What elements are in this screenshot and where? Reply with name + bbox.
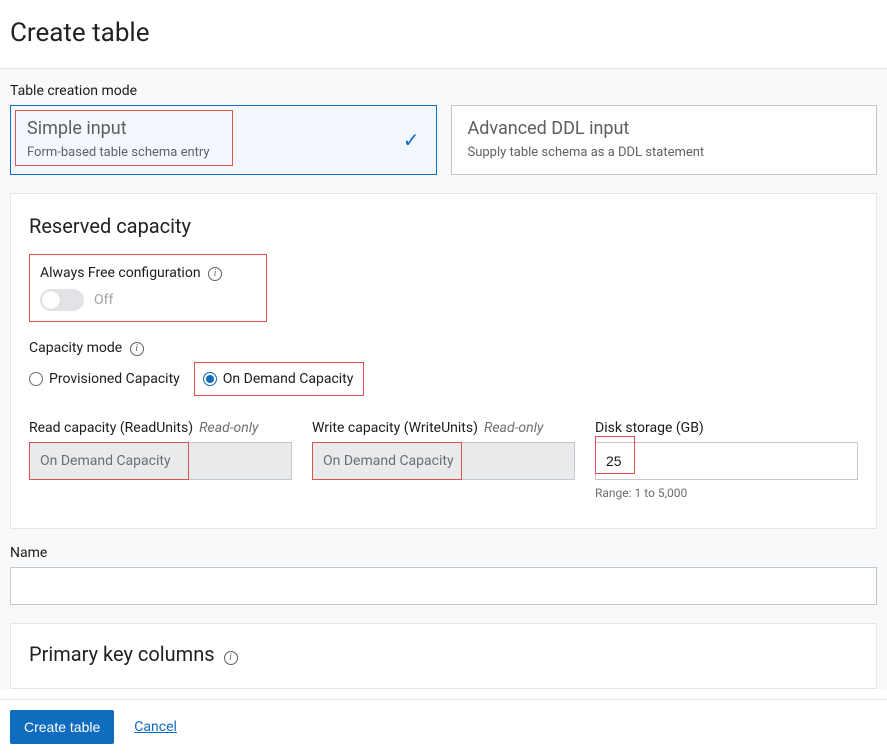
page-title: Create table (0, 0, 887, 68)
mode-simple-title: Simple input (27, 118, 420, 139)
radio-icon (203, 372, 217, 386)
mode-advanced-title: Advanced DDL input (468, 118, 861, 139)
info-icon[interactable]: i (130, 342, 144, 356)
read-capacity-input: On Demand Capacity (29, 442, 292, 480)
disk-storage-label: Disk storage (GB) (595, 420, 704, 436)
primary-key-panel: Primary key columns i (10, 623, 877, 689)
read-capacity-label: Read capacity (ReadUnits) (29, 420, 193, 436)
info-icon[interactable]: i (208, 267, 222, 281)
mode-card-advanced[interactable]: Advanced DDL input Supply table schema a… (451, 105, 878, 175)
reserved-capacity-title: Reserved capacity (29, 214, 858, 238)
cancel-link[interactable]: Cancel (134, 719, 177, 735)
primary-key-title: Primary key columns (29, 642, 215, 666)
always-free-box: Always Free configuration i Off (29, 254, 267, 322)
name-input[interactable] (10, 567, 877, 605)
radio-on-demand-label: On Demand Capacity (223, 371, 354, 387)
radio-provisioned-label: Provisioned Capacity (49, 371, 180, 387)
mode-simple-desc: Form-based table schema entry (27, 145, 420, 160)
write-capacity-ro: Read-only (484, 420, 543, 436)
radio-on-demand[interactable]: On Demand Capacity (203, 371, 354, 387)
capacity-mode-label: Capacity mode (29, 340, 122, 356)
write-capacity-label: Write capacity (WriteUnits) (312, 420, 478, 436)
mode-advanced-desc: Supply table schema as a DDL statement (468, 145, 861, 160)
write-capacity-input: On Demand Capacity (312, 442, 575, 480)
info-icon[interactable]: i (224, 651, 238, 665)
mode-label: Table creation mode (10, 83, 877, 99)
disk-storage-input[interactable] (595, 442, 858, 480)
radio-icon (29, 372, 43, 386)
footer: Create table Cancel (0, 699, 887, 754)
read-capacity-ro: Read-only (199, 420, 258, 436)
always-free-label: Always Free configuration (40, 265, 201, 281)
radio-provisioned[interactable]: Provisioned Capacity (29, 371, 180, 387)
disk-storage-range: Range: 1 to 5,000 (595, 486, 858, 500)
reserved-capacity-panel: Reserved capacity Always Free configurat… (10, 193, 877, 529)
mode-card-simple[interactable]: Simple input Form-based table schema ent… (10, 105, 437, 175)
always-free-toggle[interactable] (40, 289, 84, 311)
always-free-state: Off (94, 292, 113, 308)
mode-selector: Simple input Form-based table schema ent… (10, 105, 877, 175)
create-table-button[interactable]: Create table (10, 710, 114, 744)
check-icon: ✓ (403, 128, 420, 152)
name-label: Name (10, 545, 877, 561)
